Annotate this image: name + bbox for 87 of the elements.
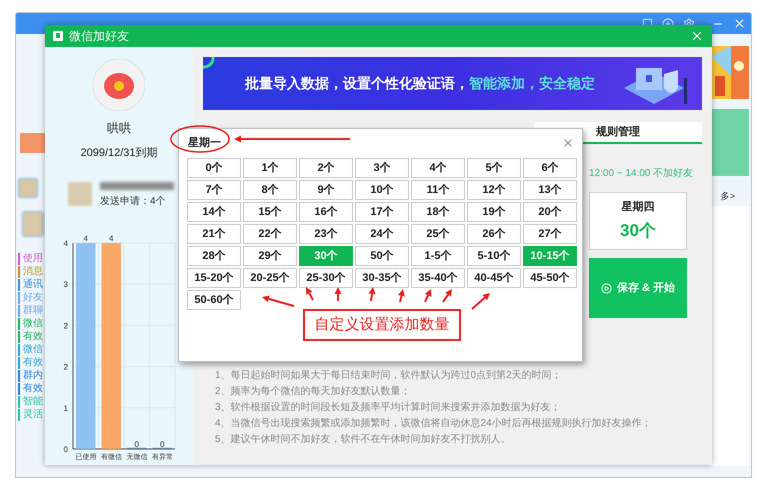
- count-option[interactable]: 9个: [299, 180, 353, 200]
- user-name: 哄哄: [107, 120, 131, 137]
- blurred-avatar: [22, 211, 44, 237]
- day-label: 星期四: [622, 200, 654, 214]
- count-option[interactable]: 1个: [243, 158, 297, 178]
- data-label: 4: [84, 234, 88, 242]
- count-option[interactable]: 7个: [187, 180, 241, 200]
- note-text: 3、软件根据设置的时间段长短及频率平均计算时间来搜索并添加数据为好友；: [215, 400, 562, 415]
- arrow: [471, 293, 490, 310]
- count-option[interactable]: 20-25个: [243, 268, 297, 288]
- close-icon[interactable]: [690, 29, 704, 43]
- y-tick-label: 4: [64, 238, 68, 248]
- count-option[interactable]: 11个: [411, 180, 465, 200]
- count-option[interactable]: 19个: [467, 202, 521, 222]
- count-option[interactable]: 2个: [299, 158, 353, 178]
- count-option[interactable]: 28个: [187, 246, 241, 266]
- count-option[interactable]: 3个: [355, 158, 409, 178]
- count-option[interactable]: 22个: [243, 224, 297, 244]
- app-logo-icon: [53, 31, 63, 41]
- count-option[interactable]: 4个: [411, 158, 465, 178]
- blurred-avatar: [18, 178, 38, 198]
- count-option[interactable]: 15个: [243, 202, 297, 222]
- count-option[interactable]: 29个: [243, 246, 297, 266]
- count-option[interactable]: 17个: [355, 202, 409, 222]
- count-option[interactable]: 15-20个: [187, 268, 241, 288]
- arrow: [398, 289, 405, 302]
- arrow: [442, 289, 452, 303]
- count-option[interactable]: 20个: [523, 202, 577, 222]
- note-text: 2、频率为每个微信的每天加好友默认数量；: [215, 384, 412, 399]
- count-option[interactable]: 6个: [523, 158, 577, 178]
- popup-title: 星期一: [188, 136, 221, 151]
- avatar-icon: [93, 59, 145, 111]
- arrow: [368, 287, 376, 302]
- day-count: 30个: [620, 220, 656, 242]
- banner-text: 批量导入数据，设置个性化验证语，智能添加，安全稳定: [245, 74, 595, 93]
- count-option[interactable]: 18个: [411, 202, 465, 222]
- dialog-title: 微信加好友: [69, 28, 129, 45]
- close-icon[interactable]: [733, 17, 746, 30]
- count-option[interactable]: 10个: [355, 180, 409, 200]
- count-option[interactable]: 12个: [467, 180, 521, 200]
- y-tick-label: 2: [64, 362, 68, 372]
- y-tick-label: 0: [64, 444, 68, 454]
- note-text: 4、当微信号出现搜索频繁或添加频繁时，该微信将自动休息24小时后再根据规则执行加好友操作；: [215, 416, 653, 431]
- count-option[interactable]: 5个: [467, 158, 521, 178]
- count-option[interactable]: 26个: [467, 224, 521, 244]
- count-option[interactable]: 50-60个: [187, 290, 241, 310]
- count-option[interactable]: 21个: [187, 224, 241, 244]
- blurred-avatar: [68, 182, 92, 206]
- close-icon[interactable]: [562, 137, 574, 149]
- count-option[interactable]: 14个: [187, 202, 241, 222]
- data-label: 4: [109, 234, 114, 242]
- arrow: [262, 296, 294, 307]
- data-label: 0: [160, 440, 164, 448]
- quiet-hours-text: 12:00 ~ 14:00 不加好友: [589, 166, 694, 181]
- count-option[interactable]: 0个: [187, 158, 241, 178]
- annotation-text: 自定义设置添加数量: [314, 314, 450, 335]
- more-link[interactable]: 多>: [720, 190, 735, 204]
- count-option[interactable]: 24个: [355, 224, 409, 244]
- data-label: 0: [134, 440, 139, 448]
- y-tick-label: 2: [64, 320, 68, 330]
- play-icon: [600, 282, 612, 294]
- expiry-date: 2099/12/31到期: [80, 146, 158, 161]
- note-text: 5、建议午休时间不加好友，软件不在午休时间加好友不打扰别人。: [215, 432, 512, 447]
- arrow: [424, 289, 432, 302]
- banner-tile: [20, 133, 46, 153]
- arrow: [306, 287, 314, 300]
- count-option[interactable]: 16个: [299, 202, 353, 222]
- count-option[interactable]: 40-45个: [467, 268, 521, 288]
- count-option[interactable]: 13个: [523, 180, 577, 200]
- side-panel: [711, 109, 749, 176]
- request-count: 发送申请：4个: [100, 194, 167, 208]
- count-option[interactable]: 25-30个: [299, 268, 353, 288]
- count-option[interactable]: 8个: [243, 180, 297, 200]
- y-tick-label: 1: [64, 403, 68, 412]
- y-tick-label: 3: [64, 280, 68, 289]
- count-option[interactable]: 5-10个: [467, 246, 521, 266]
- count-option[interactable]: 25个: [411, 224, 465, 244]
- count-option[interactable]: 50个: [355, 246, 409, 266]
- highlight-ellipse: [170, 125, 230, 153]
- count-option[interactable]: 45-50个: [523, 268, 577, 288]
- count-option[interactable]: 35-40个: [411, 268, 465, 288]
- count-option[interactable]: 27个: [523, 224, 577, 244]
- arrow: [334, 287, 342, 301]
- count-option[interactable]: 1-5个: [411, 246, 465, 266]
- note-text: 1、每日起始时间如果大于每日结束时间，软件默认为跨过0点到第2天的时间；: [215, 368, 563, 383]
- count-option[interactable]: 23个: [299, 224, 353, 244]
- count-option[interactable]: 30-35个: [355, 268, 409, 288]
